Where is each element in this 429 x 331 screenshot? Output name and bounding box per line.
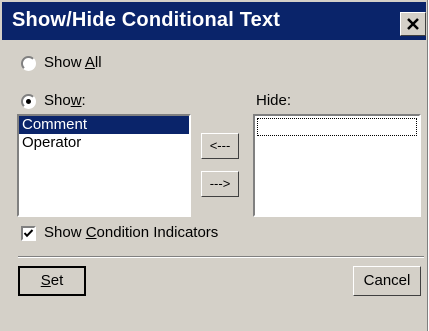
cancel-button[interactable]: Cancel [353, 266, 421, 296]
show-all-radio[interactable] [21, 56, 36, 71]
separator [18, 256, 424, 258]
close-icon [407, 18, 419, 30]
close-button[interactable] [400, 12, 426, 36]
focus-rect [257, 118, 417, 136]
radio-selected-dot [26, 99, 31, 104]
dialog-window: Show/Hide Conditional Text Show All Show… [0, 0, 428, 331]
list-item[interactable]: Comment [19, 116, 189, 134]
show-label[interactable]: Show: [44, 92, 86, 109]
move-right-button[interactable]: ---> [201, 171, 239, 197]
dialog-title: Show/Hide Conditional Text [12, 9, 281, 31]
show-list[interactable]: Comment Operator [17, 114, 191, 217]
show-condition-indicators-checkbox[interactable] [21, 226, 36, 241]
hide-list[interactable] [253, 114, 421, 217]
checkmark-icon [23, 229, 34, 238]
hide-label: Hide: [256, 92, 292, 109]
list-item[interactable]: Operator [19, 134, 189, 152]
move-left-button[interactable]: <--- [201, 133, 239, 159]
show-radio[interactable] [21, 94, 36, 109]
show-all-label[interactable]: Show All [44, 54, 102, 71]
title-bar[interactable]: Show/Hide Conditional Text [2, 2, 426, 40]
show-condition-indicators-label[interactable]: Show Condition Indicators [44, 224, 218, 241]
set-button[interactable]: Set [18, 266, 86, 296]
